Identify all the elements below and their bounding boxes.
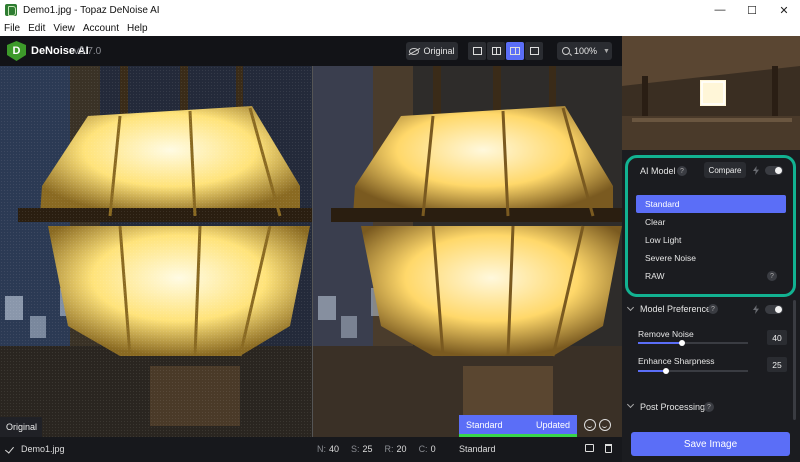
- single-view-button[interactable]: [468, 42, 486, 60]
- status-model-name: Standard: [466, 419, 503, 430]
- enhance-sharpness-slider[interactable]: [638, 368, 748, 374]
- remove-noise-label: Remove Noise: [638, 329, 694, 339]
- menu-bar: File Edit View Account Help: [0, 20, 800, 36]
- model-preferences-toggle[interactable]: [765, 305, 783, 314]
- denoise-logo-icon: D: [7, 41, 26, 61]
- post-processing-title[interactable]: Post Processing: [640, 402, 705, 412]
- save-image-button[interactable]: Save Image: [631, 432, 790, 456]
- menu-help[interactable]: Help: [127, 23, 148, 34]
- show-original-button[interactable]: Original: [406, 42, 458, 60]
- menu-file[interactable]: File: [4, 23, 20, 34]
- stat-recover: R: 20: [384, 444, 407, 454]
- zoom-select[interactable]: 100% ▼: [557, 42, 612, 60]
- model-item-low-light[interactable]: Low Light: [636, 231, 786, 249]
- model-item-raw[interactable]: RAW?: [636, 267, 786, 285]
- view-mode-group: [468, 42, 543, 60]
- post-processing-help-icon[interactable]: ?: [704, 402, 714, 412]
- show-original-label: Original: [423, 46, 455, 56]
- file-name[interactable]: Demo1.jpg: [21, 444, 65, 454]
- remove-noise-slider[interactable]: [638, 340, 748, 346]
- model-item-severe-noise[interactable]: Severe Noise: [636, 249, 786, 267]
- feedback-icons: [584, 419, 611, 431]
- processed-lantern-image: [313, 66, 622, 437]
- remove-noise-slider-fill: [638, 342, 682, 344]
- stat-sharpness: S: 25: [351, 444, 373, 454]
- model-preferences-title[interactable]: Model Preferences: [640, 304, 716, 314]
- side-by-side-view-icon: [510, 47, 520, 55]
- window-controls: — ☐ ✕: [704, 0, 800, 20]
- model-preferences-help-icon[interactable]: ?: [708, 304, 718, 314]
- sad-face-icon[interactable]: [599, 419, 611, 431]
- navigator-thumbnail[interactable]: [622, 36, 800, 150]
- enhance-sharpness-slider-handle[interactable]: [662, 368, 669, 374]
- split-view-icon: [491, 47, 501, 55]
- trash-icon[interactable]: [605, 444, 612, 453]
- navigator-image: [622, 36, 800, 150]
- menu-view[interactable]: View: [53, 23, 75, 34]
- app-toolbar: D DeNoise AI v3.7.0 Original 100% ▼: [0, 36, 622, 66]
- ai-model-title: AI Model: [640, 166, 676, 176]
- logo-letter: D: [12, 45, 21, 57]
- queue-model-name: Standard: [459, 444, 496, 454]
- enhance-sharpness-value[interactable]: 25: [767, 357, 787, 372]
- close-button[interactable]: ✕: [768, 0, 800, 20]
- image-queue-bar: Demo1.jpg N: 40 S: 25 R: 20 C: 0 Standard: [0, 437, 622, 462]
- original-preview-pane[interactable]: [0, 66, 312, 437]
- raw-help-icon[interactable]: ?: [767, 271, 777, 281]
- minimize-button[interactable]: —: [704, 0, 736, 20]
- noise-overlay: [0, 66, 312, 437]
- side-by-side-view-button[interactable]: [506, 42, 524, 60]
- model-item-clear[interactable]: Clear: [636, 213, 786, 231]
- model-item-label: RAW: [645, 271, 665, 281]
- model-item-label: Low Light: [645, 235, 682, 245]
- window-title: Demo1.jpg - Topaz DeNoise AI: [23, 4, 160, 16]
- processing-status-chip: Standard Updated: [459, 415, 577, 434]
- app-icon: [5, 4, 17, 16]
- menu-account[interactable]: Account: [83, 23, 119, 34]
- compare-icon[interactable]: [585, 444, 594, 452]
- single-view-icon: [472, 47, 482, 55]
- stat-noise: N: 40: [317, 444, 340, 454]
- processed-preview-pane[interactable]: [313, 66, 622, 437]
- eye-off-icon: [409, 47, 420, 55]
- original-image-label: Original: [0, 417, 42, 437]
- zoom-icon: [562, 47, 570, 55]
- zoom-value: 100%: [574, 46, 598, 56]
- title-bar: Demo1.jpg - Topaz DeNoise AI — ☐ ✕: [0, 0, 800, 20]
- model-item-label: Clear: [645, 217, 666, 227]
- model-item-standard[interactable]: Standard: [636, 195, 786, 213]
- settings-scrollbar[interactable]: [793, 300, 796, 420]
- remove-noise-value[interactable]: 40: [767, 330, 787, 345]
- remove-noise-slider-handle[interactable]: [679, 340, 685, 346]
- checkmark-icon[interactable]: [5, 444, 14, 454]
- happy-face-icon[interactable]: [584, 419, 596, 431]
- settings-summary: N: 40 S: 25 R: 20 C: 0: [317, 444, 436, 454]
- enhance-sharpness-slider-fill: [638, 370, 666, 372]
- ai-model-help-icon[interactable]: ?: [677, 166, 687, 176]
- comparison-view-button[interactable]: [525, 42, 543, 60]
- model-item-label: Standard: [645, 199, 680, 209]
- comparison-view-icon: [529, 47, 539, 55]
- split-view-button[interactable]: [487, 42, 505, 60]
- maximize-button[interactable]: ☐: [736, 0, 768, 20]
- ai-model-list: Standard Clear Low Light Severe Noise RA…: [636, 195, 786, 285]
- status-state: Updated: [535, 419, 570, 430]
- ai-model-toggle[interactable]: [765, 166, 783, 175]
- app-window: Demo1.jpg - Topaz DeNoise AI — ☐ ✕ File …: [0, 0, 800, 462]
- version-label: v3.7.0: [74, 46, 102, 57]
- chevron-down-icon: ▼: [603, 47, 610, 55]
- stat-color: C: 0: [418, 444, 436, 454]
- menu-edit[interactable]: Edit: [28, 23, 45, 34]
- compare-button[interactable]: Compare: [704, 162, 746, 178]
- enhance-sharpness-label: Enhance Sharpness: [638, 356, 715, 366]
- model-item-label: Severe Noise: [645, 253, 697, 263]
